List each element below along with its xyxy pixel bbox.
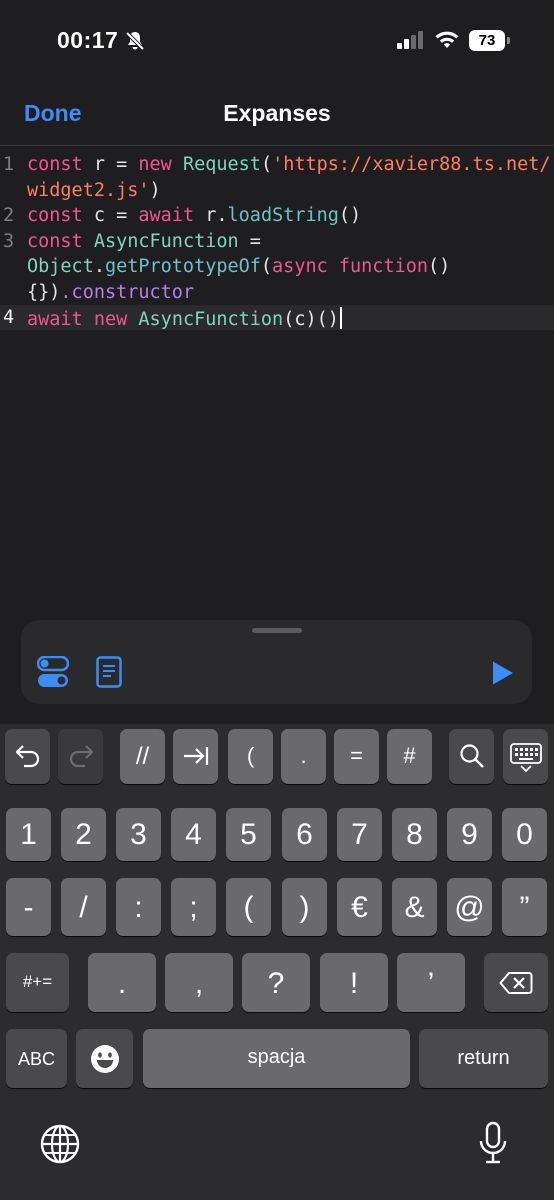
- redo-key[interactable]: [58, 729, 103, 784]
- key-6[interactable]: 6: [282, 808, 327, 861]
- search-icon: [460, 744, 484, 768]
- code-line-3: const AsyncFunction =: [27, 231, 261, 252]
- key-hyphen[interactable]: -: [6, 878, 51, 936]
- equals-key[interactable]: =: [334, 729, 379, 784]
- undo-key[interactable]: [5, 729, 50, 784]
- code-line-2: const c = await r.loadString(): [27, 205, 362, 226]
- key-comma[interactable]: ,: [165, 953, 233, 1012]
- key-quote[interactable]: ”: [502, 878, 547, 936]
- code-line-3-wrap-2: {}).constructor: [27, 282, 195, 303]
- undo-icon: [15, 745, 40, 768]
- status-bar: 00:17 73: [0, 0, 554, 84]
- code-line-3-wrap: Object.getPrototypeOf(async function(): [27, 256, 451, 277]
- panel-grabber[interactable]: [252, 628, 302, 633]
- paren-key[interactable]: (: [228, 729, 273, 784]
- abc-key[interactable]: ABC: [6, 1029, 67, 1088]
- line-number: 1: [3, 154, 15, 175]
- key-1[interactable]: 1: [6, 808, 51, 861]
- code-line-4: await new AsyncFunction(c)(): [27, 307, 342, 330]
- redo-icon: [69, 745, 94, 768]
- key-question[interactable]: ?: [242, 953, 310, 1012]
- line-number: 2: [3, 205, 15, 226]
- key-4[interactable]: 4: [171, 808, 216, 861]
- tab-icon: [184, 747, 209, 765]
- search-key[interactable]: [449, 729, 494, 784]
- hash-key[interactable]: #: [387, 729, 432, 784]
- status-time: 00:17: [57, 27, 119, 53]
- silent-bell-icon: [125, 31, 145, 51]
- space-key[interactable]: spacja: [143, 1029, 410, 1088]
- document-icon[interactable]: [96, 656, 122, 688]
- code-line-1: const r = new Request('https://xavier88.…: [27, 154, 551, 175]
- toggle-icon[interactable]: [37, 656, 69, 688]
- key-open-paren[interactable]: (: [226, 878, 271, 936]
- key-at[interactable]: @: [447, 878, 492, 936]
- return-key[interactable]: return: [419, 1029, 548, 1088]
- delete-key[interactable]: [484, 953, 548, 1012]
- code-editor[interactable]: 1 2 3 4 const r = new Request('https://x…: [0, 150, 554, 620]
- key-close-paren[interactable]: ): [282, 878, 327, 936]
- key-colon[interactable]: :: [116, 878, 161, 936]
- tab-key[interactable]: [173, 729, 218, 784]
- editor-toolbar-panel: [21, 620, 532, 704]
- emoji-key[interactable]: [76, 1029, 133, 1088]
- play-icon[interactable]: [491, 660, 515, 686]
- keyboard: // ( . = # 1 2 3 4 5 6 7 8 9 0 - / : ; (…: [0, 724, 554, 1200]
- key-7[interactable]: 7: [337, 808, 382, 861]
- backspace-icon: [499, 972, 533, 994]
- dot-key[interactable]: .: [281, 729, 326, 784]
- more-symbols-key[interactable]: #+=: [6, 953, 69, 1012]
- key-2[interactable]: 2: [61, 808, 106, 861]
- key-slash[interactable]: /: [61, 878, 106, 936]
- page-title: Expanses: [223, 100, 331, 126]
- key-exclamation[interactable]: !: [320, 953, 388, 1012]
- key-period[interactable]: .: [88, 953, 156, 1012]
- globe-icon[interactable]: [40, 1124, 80, 1164]
- keyboard-dismiss-icon: [510, 743, 542, 773]
- code-line-1-wrap: widget2.js'): [27, 180, 161, 201]
- battery-indicator: 73: [469, 30, 510, 51]
- emoji-icon: [91, 1045, 119, 1073]
- dismiss-keyboard-key[interactable]: [503, 729, 548, 784]
- microphone-icon[interactable]: [478, 1121, 508, 1165]
- battery-level: 73: [478, 32, 496, 49]
- line-number: 4: [3, 307, 15, 328]
- key-5[interactable]: 5: [226, 808, 271, 861]
- key-0[interactable]: 0: [502, 808, 547, 861]
- comment-key[interactable]: //: [120, 729, 165, 784]
- key-semicolon[interactable]: ;: [171, 878, 216, 936]
- key-euro[interactable]: €: [337, 878, 382, 936]
- wifi-icon: [435, 31, 459, 48]
- cellular-signal-icon: [397, 31, 423, 49]
- text-caret: [339, 307, 342, 329]
- nav-divider: [0, 145, 554, 146]
- done-button[interactable]: Done: [24, 100, 82, 127]
- line-number: 3: [3, 231, 15, 252]
- key-apostrophe[interactable]: ’: [397, 953, 465, 1012]
- key-8[interactable]: 8: [392, 808, 437, 861]
- key-ampersand[interactable]: &: [392, 878, 437, 936]
- key-9[interactable]: 9: [447, 808, 492, 861]
- key-3[interactable]: 3: [116, 808, 161, 861]
